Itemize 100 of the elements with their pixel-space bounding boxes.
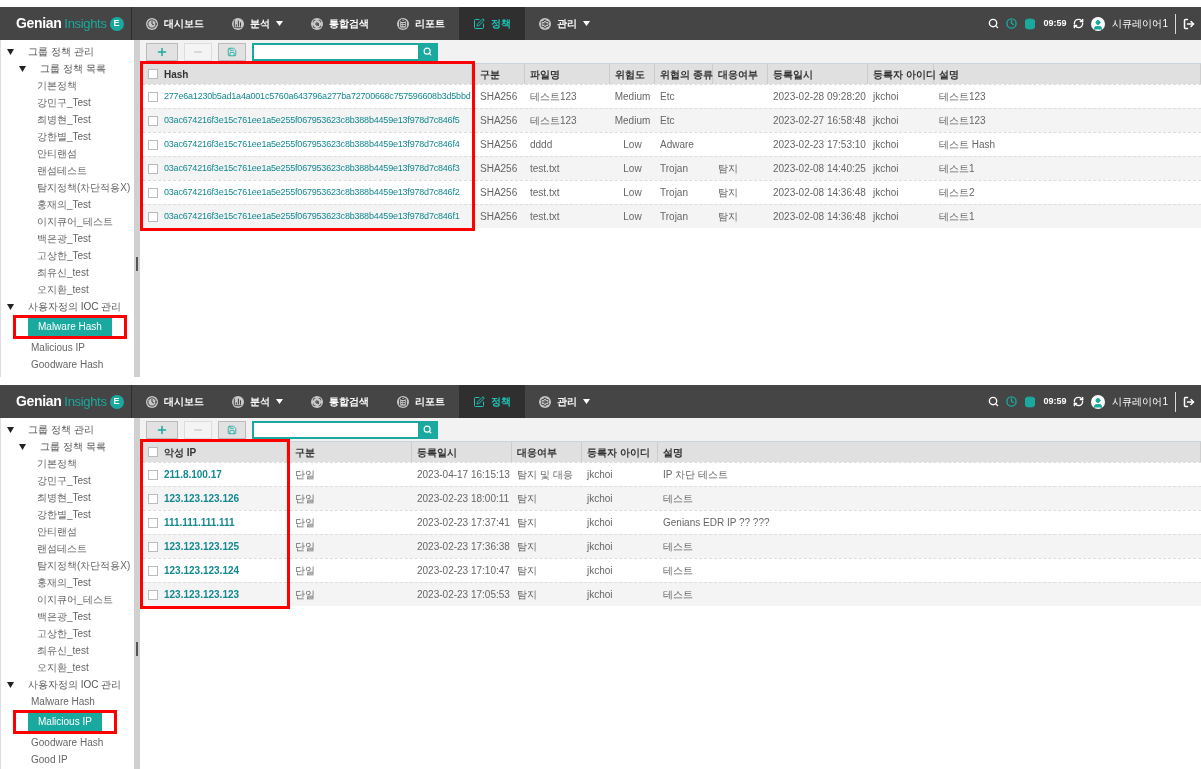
nav-tab[interactable]: 통합검색 — [297, 7, 383, 40]
nav-tab[interactable]: 리포트 — [383, 385, 459, 418]
checkbox[interactable] — [148, 163, 158, 174]
tree-item[interactable]: 홍재의_Test — [37, 574, 91, 591]
refresh-icon[interactable] — [1073, 18, 1085, 29]
column-header[interactable]: 위험도 — [615, 66, 645, 82]
link-cell[interactable]: 111.111.111.111 — [164, 515, 235, 530]
tree-item[interactable]: 강한별_Test — [37, 128, 91, 145]
column-header[interactable]: Hash — [164, 66, 189, 82]
tree-item[interactable]: Malicious IP — [31, 339, 85, 356]
checkbox[interactable] — [148, 589, 158, 600]
checkbox[interactable] — [148, 211, 158, 222]
expand-arrow-icon[interactable] — [7, 48, 14, 55]
nav-tab[interactable]: 대시보드 — [132, 7, 218, 40]
add-button[interactable] — [146, 42, 178, 61]
nav-tab[interactable]: 통합검색 — [297, 385, 383, 418]
tree-item[interactable]: 고상한_Test — [37, 247, 91, 264]
tree-item[interactable]: 고상한_Test — [37, 625, 91, 642]
tree-item[interactable]: 랜섬테스트 — [37, 540, 87, 557]
database-icon[interactable] — [1024, 395, 1037, 408]
tree-item[interactable]: 백은광_Test — [37, 230, 91, 247]
splitter-handle-icon[interactable] — [136, 641, 138, 656]
tree-item[interactable]: 탐지정책(차단적용X) — [37, 557, 131, 574]
link-cell[interactable]: 123.123.123.124 — [164, 563, 240, 578]
tree-item[interactable]: 기본정책 — [37, 77, 77, 94]
checkbox[interactable] — [148, 69, 158, 79]
column-header[interactable]: 등록일시 — [773, 66, 813, 82]
tree-item[interactable]: 안티랜섬 — [37, 523, 77, 540]
nav-tab[interactable]: 관리 — [525, 385, 604, 418]
expand-arrow-icon[interactable] — [7, 303, 14, 310]
tree-item[interactable]: 강한별_Test — [37, 506, 91, 523]
tree-item[interactable]: 강민구_Test — [37, 472, 91, 489]
splitter-handle-icon[interactable] — [136, 256, 138, 271]
tree-group-label[interactable]: 그룹 정책 목록 — [40, 61, 106, 76]
nav-tab[interactable]: 분석 — [218, 7, 297, 40]
link-cell[interactable]: 03ac674216f3e15c761ee1a5e255f067953623c8b388b4459e13f978d7c846f4 — [164, 137, 460, 152]
column-header[interactable]: 대응여부 — [517, 444, 557, 460]
tree-group-label[interactable]: 그룹 정책 목록 — [40, 439, 106, 454]
link-cell[interactable]: 277e6a1230b5ad1a4a001c5760a643796a277ba72700668c757596608b3d5bbd — [164, 89, 471, 104]
tree-item[interactable]: Goodware Hash — [31, 356, 104, 373]
tree-item[interactable]: 최유신_test — [37, 264, 89, 281]
logout-icon[interactable] — [1183, 395, 1195, 408]
checkbox[interactable] — [148, 493, 158, 504]
nav-tab[interactable]: 대시보드 — [132, 385, 218, 418]
tree-item[interactable]: 최병현_Test — [37, 111, 91, 128]
tree-item[interactable]: 홍재의_Test — [37, 196, 91, 213]
expand-arrow-icon[interactable] — [19, 65, 26, 72]
search-field[interactable] — [252, 42, 438, 61]
user-name[interactable]: 시큐레이어1 — [1112, 394, 1168, 409]
save-button[interactable] — [218, 420, 246, 439]
clock-icon[interactable] — [1006, 396, 1018, 407]
tree-group-label[interactable]: 사용자정의 IOC 관리 — [28, 677, 122, 692]
tree-item[interactable]: 이지큐어_테스트 — [37, 591, 113, 608]
search-field[interactable] — [252, 420, 438, 439]
column-header[interactable]: 대응여부 — [718, 66, 758, 82]
tree-item[interactable]: 안티랜섬 — [37, 145, 77, 162]
tree-item[interactable]: 최유신_test — [37, 642, 89, 659]
clock-icon[interactable] — [1006, 18, 1018, 29]
expand-arrow-icon[interactable] — [19, 443, 26, 450]
tree-group-label[interactable]: 사용자정의 IOC 관리 — [28, 299, 122, 314]
column-header[interactable]: 구분 — [480, 66, 500, 82]
save-button[interactable] — [218, 42, 246, 61]
tree-item[interactable]: 탐지정책(차단적용X) — [37, 179, 131, 196]
tree-item[interactable]: Goodware Hash — [31, 734, 104, 751]
tree-item[interactable]: Good IP — [31, 751, 68, 768]
search-icon[interactable] — [988, 18, 1000, 29]
tree-item[interactable]: 오지환_test — [37, 659, 89, 676]
column-header[interactable]: 위협의 종류 — [660, 66, 713, 82]
tree-item[interactable]: 강민구_Test — [37, 94, 91, 111]
refresh-icon[interactable] — [1073, 396, 1085, 407]
column-header[interactable]: 악성 IP — [164, 444, 197, 460]
column-header[interactable]: 등록자 아이디 — [873, 66, 936, 82]
search-button[interactable] — [418, 44, 436, 59]
column-header[interactable]: 설명 — [663, 444, 683, 460]
column-header[interactable]: 등록자 아이디 — [587, 444, 650, 460]
nav-tab[interactable]: 정책 — [459, 385, 525, 418]
tree-item[interactable]: 랜섬테스트 — [37, 162, 87, 179]
link-cell[interactable]: 03ac674216f3e15c761ee1a5e255f067953623c8b388b4459e13f978d7c846f2 — [164, 185, 460, 200]
link-cell[interactable]: 211.8.100.17 — [164, 467, 222, 482]
nav-tab[interactable]: 관리 — [525, 7, 604, 40]
tree-item[interactable]: 이지큐어_테스트 — [37, 213, 113, 230]
expand-arrow-icon[interactable] — [7, 681, 14, 688]
tree-item[interactable]: 최병현_Test — [37, 489, 91, 506]
checkbox[interactable] — [148, 139, 158, 150]
logout-icon[interactable] — [1183, 17, 1195, 30]
column-header[interactable]: 파일명 — [530, 66, 560, 82]
tree-item[interactable]: 백은광_Test — [37, 608, 91, 625]
database-icon[interactable] — [1024, 17, 1037, 30]
column-header[interactable]: 구분 — [295, 444, 315, 460]
tree-group-label[interactable]: 그룹 정책 관리 — [28, 44, 94, 59]
user-name[interactable]: 시큐레이어1 — [1112, 16, 1168, 31]
checkbox[interactable] — [148, 91, 158, 102]
column-header[interactable]: 설명 — [939, 66, 959, 82]
tree-item[interactable]: 오지환_test — [37, 281, 89, 298]
nav-tab[interactable]: 리포트 — [383, 7, 459, 40]
column-header[interactable]: 등록일시 — [417, 444, 457, 460]
checkbox[interactable] — [148, 115, 158, 126]
nav-tab[interactable]: 정책 — [459, 7, 525, 40]
search-icon[interactable] — [988, 396, 1000, 407]
checkbox[interactable] — [148, 517, 158, 528]
